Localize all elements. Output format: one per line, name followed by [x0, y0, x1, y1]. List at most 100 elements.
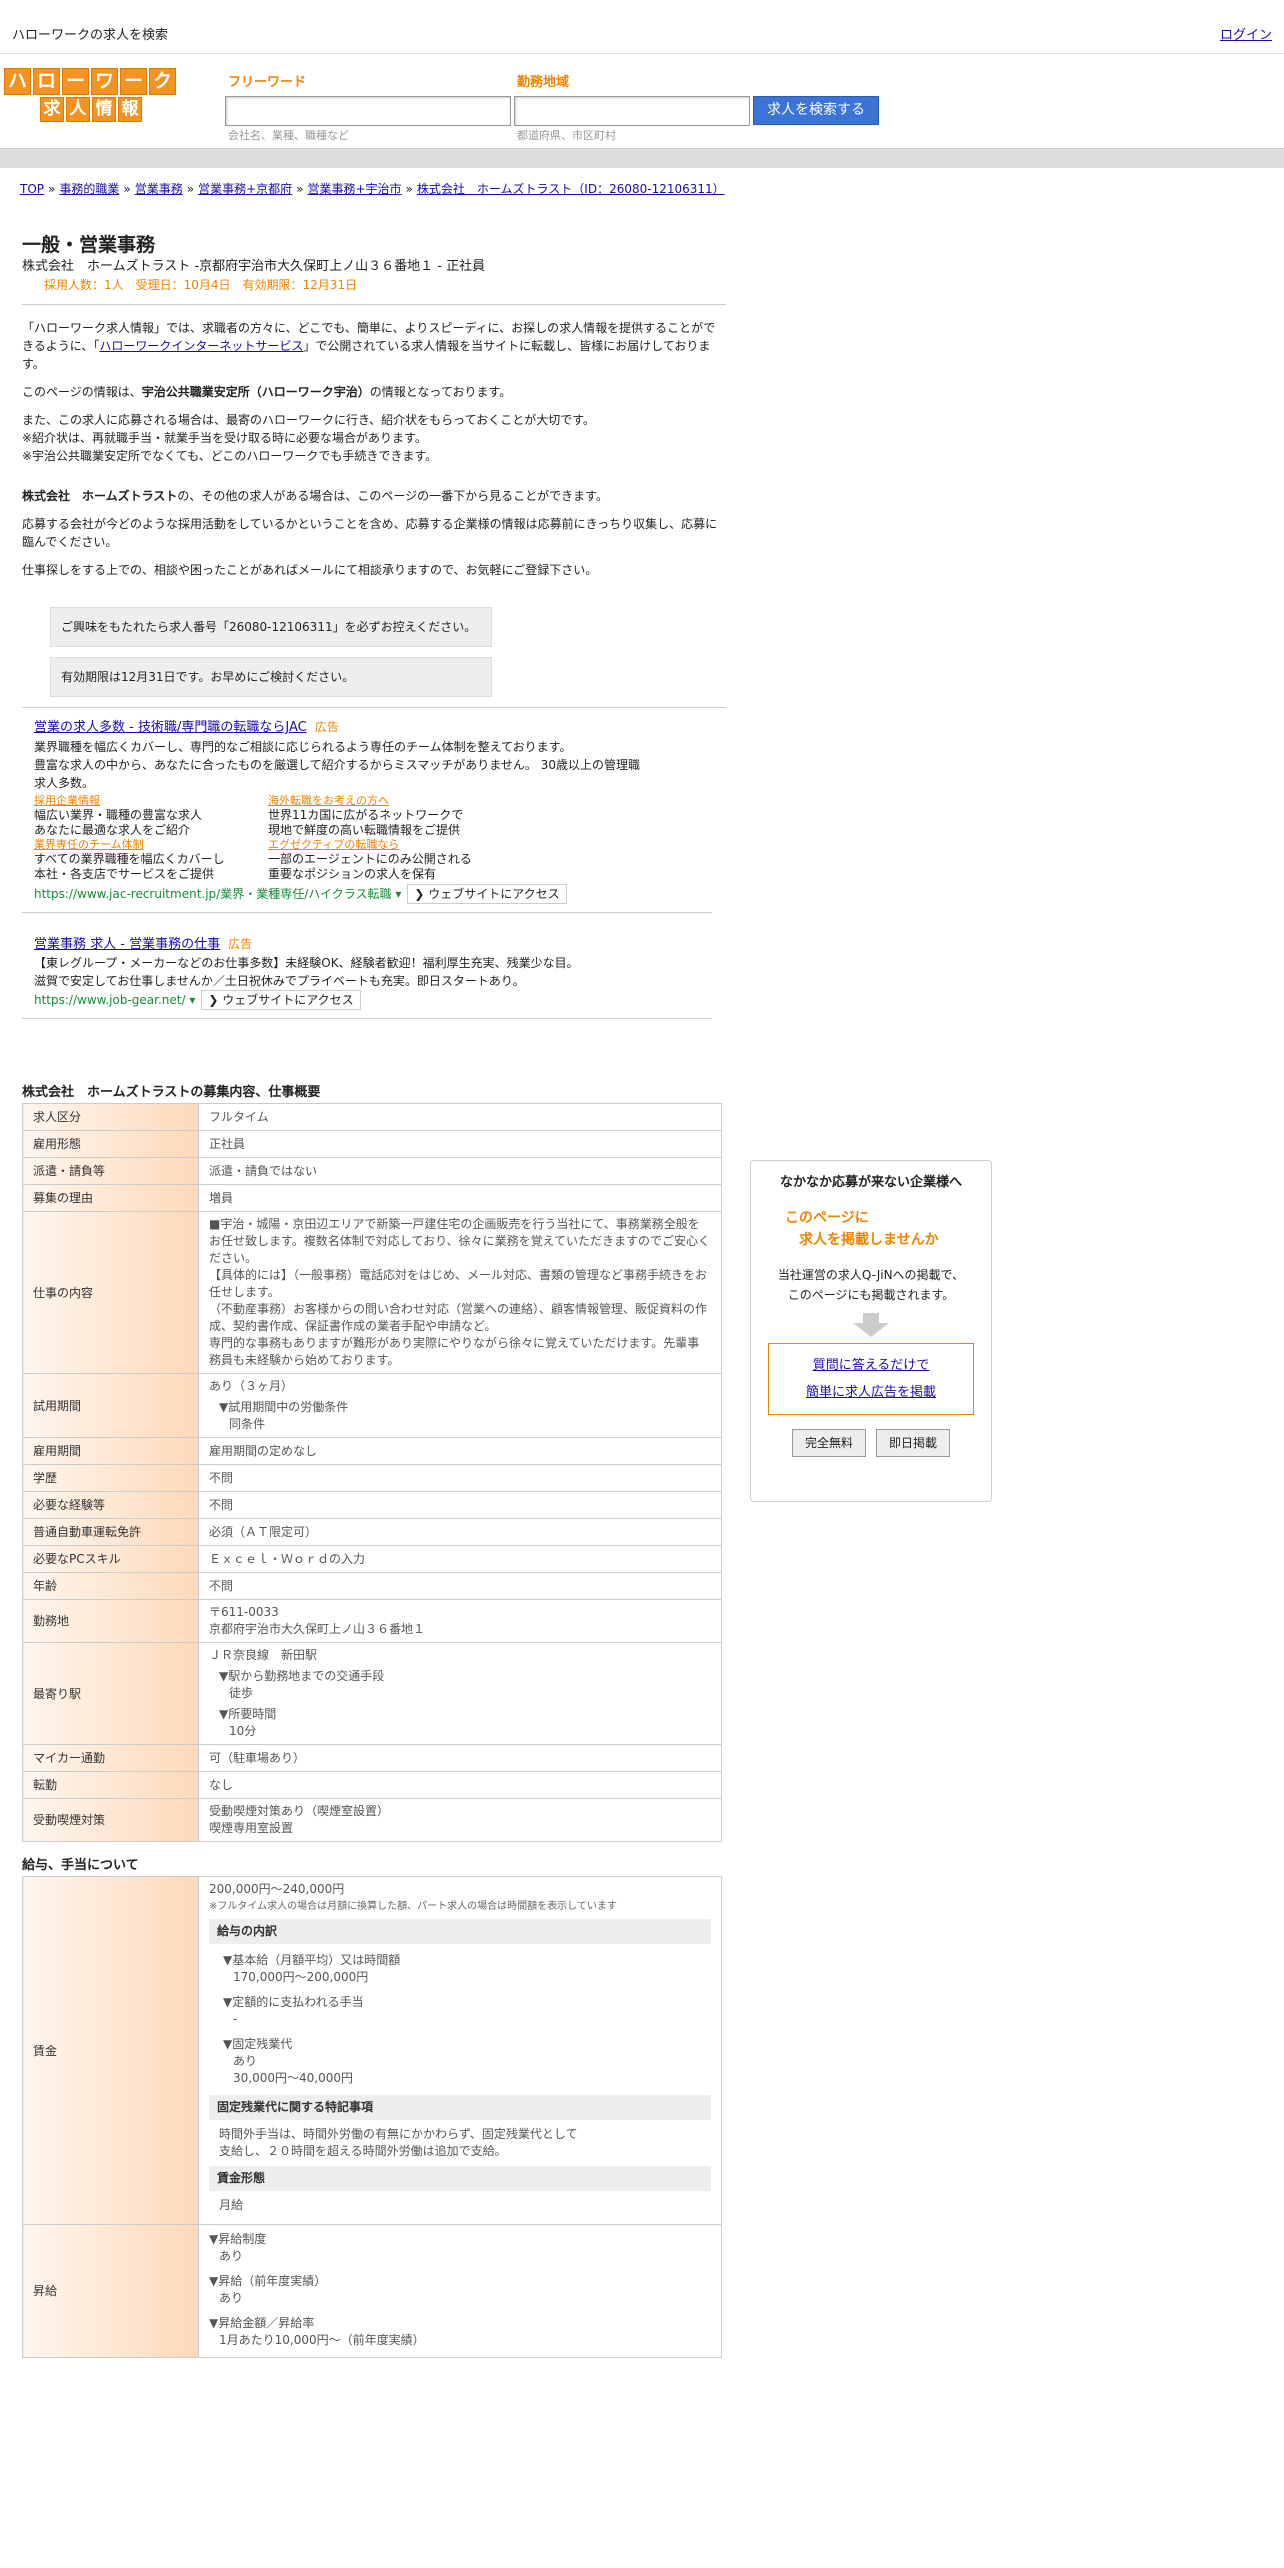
raise-value: 1月あたり10,000円〜（前年度実績）: [219, 2333, 425, 2347]
table-row: 学歴 不問: [22, 1464, 722, 1492]
ad-visit-button[interactable]: ❯ ウェブサイトにアクセス: [407, 883, 567, 904]
row-value-text: 派遣・請負ではない: [209, 1163, 318, 1178]
hellowork-internet-link[interactable]: ハローワークインターネットサービス: [99, 339, 303, 353]
breakdown-heading: ▼固定残業代: [223, 2037, 293, 2051]
row-label: 年齢: [22, 1572, 199, 1600]
row-value: 増員: [198, 1184, 722, 1212]
table-row: 求人区分 フルタイム: [22, 1103, 722, 1131]
row-label: マイカー通勤: [22, 1744, 199, 1772]
hellowork-logo[interactable]: ハローワーク 求人情報: [4, 68, 180, 126]
row-value: 不問: [198, 1491, 722, 1519]
table-row: 雇用期間 雇用期間の定めなし: [22, 1437, 722, 1465]
row-label: 賃金: [22, 1876, 199, 2225]
row-label: 試用期間: [22, 1373, 199, 1438]
ad-url[interactable]: https://www.jac-recruitment.jp/業界・業種専任/ハ…: [34, 887, 392, 901]
breadcrumb-link[interactable]: 営業事務+宇治市: [307, 182, 401, 196]
row-value: ■宇治・城陽・京田辺エリアで新築一戸建住宅の企画販売を行う当社にて、事務業務全般…: [198, 1211, 722, 1374]
sub-value: 10分: [229, 1724, 257, 1738]
breadcrumb-separator: »: [186, 182, 195, 196]
ad-description: 滋賀で安定してお仕事しませんか／土日祝休みでプライベートも充実。即日スタートあり…: [34, 974, 525, 988]
row-label: 学歴: [22, 1464, 199, 1492]
pay-note: ※フルタイム求人の場合は月額に換算した額、パート求人の場合は時間額を表示していま…: [209, 1901, 617, 1912]
summary-heading: 株式会社 ホームズトラストの募集内容、仕事概要: [22, 1085, 321, 1100]
breadcrumb-link[interactable]: 営業事務: [135, 182, 183, 196]
ad-sitelink-title[interactable]: 業界専任のチーム体制: [34, 838, 268, 852]
ad-sitelink-text: すべての業界職種を幅広くカバーし 本社・各支店でサービスをご提供: [34, 851, 225, 881]
raise-value: あり: [219, 2291, 244, 2305]
row-value: 雇用期間の定めなし: [198, 1437, 722, 1465]
logo-char: ー: [120, 68, 147, 95]
row-value: あり（３ヶ月） ▼試用期間中の労働条件 同条件: [198, 1373, 722, 1438]
row-label: 転勤: [22, 1771, 199, 1799]
row-value: 200,000円〜240,000円 ※フルタイム求人の場合は月額に換算した額、パ…: [198, 1876, 722, 2225]
row-value-text: 可（駐車場あり）: [209, 1750, 306, 1765]
row-value-text: あり（３ヶ月）: [209, 1379, 294, 1393]
ad-visit-button[interactable]: ❯ ウェブサイトにアクセス: [201, 990, 361, 1010]
ad-sitelink[interactable]: 業界専任のチーム体制 すべての業界職種を幅広くカバーし 本社・各支店でサービスをご…: [34, 838, 268, 882]
ad-sitelink-title[interactable]: 海外転職をお考えの方へ: [268, 794, 528, 808]
ad-title[interactable]: 営業の求人多数 - 技術職/専門職の転職ならJAC: [34, 720, 307, 735]
logo-char: ク: [149, 68, 176, 95]
ad-description: 業界職種を幅広くカバーし、専門的なご相談に応じられるよう専任のチーム体制を整えて…: [34, 739, 572, 754]
ad-tag: 広告: [314, 720, 339, 734]
keyword-input[interactable]: [225, 96, 511, 126]
login-link[interactable]: ログイン: [1220, 26, 1272, 46]
breadcrumb-link[interactable]: TOP: [20, 182, 44, 196]
intro-consult-note: 仕事探しをする上での、相談や困ったことがあればメールにて相談承りますので、お気軽…: [22, 563, 598, 577]
row-value-text: ■宇治・城陽・京田辺エリアで新築一戸建住宅の企画販売を行う当社にて、事務業務全般…: [209, 1217, 711, 1367]
sub-value: 同条件: [229, 1417, 266, 1431]
breadcrumb-link[interactable]: 株式会社 ホームズトラスト（ID：26080-12106311）: [417, 182, 725, 196]
pay-form-value: 月給: [219, 2198, 244, 2212]
top-bar: ハローワークの求人を検索 ログイン: [0, 0, 1284, 54]
ad-jac: 営業の求人多数 - 技術職/専門職の転職ならJAC 広告 業界職種を幅広くカバーし…: [22, 708, 712, 913]
breakdown-value: 170,000円〜200,000円: [233, 1970, 369, 1984]
breadcrumb-separator: »: [405, 182, 413, 196]
row-value: フルタイム: [198, 1103, 722, 1131]
advertise-description: 当社運営の求人Q-JiNへの掲載で、 このページにも掲載されます。: [777, 1267, 965, 1302]
job-title: 一般・営業事務: [22, 234, 156, 256]
row-value-text: Ｅｘｃｅｌ・Ｗｏｒｄの入力: [209, 1551, 366, 1566]
row-value-text: 不問: [209, 1497, 234, 1512]
row-label: 受動喫煙対策: [22, 1798, 199, 1842]
ad-sitelink-text: 幅広い業界・職種の豊富な求人 あなたに最適な求人をご紹介: [34, 807, 203, 837]
area-input[interactable]: [514, 96, 750, 126]
advertise-box: なかなか応募が来ない企業様へ このページに 求人を掲載しませんか 当社運営の求人…: [750, 1160, 992, 1502]
row-label: 普通自動車運転免許: [22, 1518, 199, 1546]
advertise-links: 質問に答えるだけで 簡単に求人広告を掲載: [768, 1342, 974, 1415]
row-value-text: ＪＲ奈良線 新田駅: [209, 1648, 318, 1662]
table-row: 年齢 不問: [22, 1572, 722, 1600]
table-row: 必要なPCスキル Ｅｘｃｅｌ・Ｗｏｒｄの入力: [22, 1545, 722, 1573]
ad-sitelink[interactable]: 海外転職をお考えの方へ 世界11カ国に広がるネットワークで 現地で鮮度の高い転職情…: [268, 794, 528, 838]
table-row: 試用期間 あり（３ヶ月） ▼試用期間中の労働条件 同条件: [22, 1373, 722, 1438]
logo-char: ハ: [4, 68, 31, 95]
advertise-link[interactable]: 質問に答えるだけで: [813, 1358, 930, 1373]
logo-char: ワ: [91, 68, 118, 95]
row-label: 募集の理由: [22, 1184, 199, 1212]
ad-sitelink-title[interactable]: エグゼクティブの転職なら: [268, 838, 528, 852]
breadcrumb-link[interactable]: 事務的職業: [59, 182, 119, 196]
row-value: 正社員: [198, 1130, 722, 1158]
breadcrumb-link[interactable]: 営業事務+京都府: [198, 182, 292, 196]
raise-item: ▼昇給金額／昇給率 1月あたり10,000円〜（前年度実績）: [209, 2315, 711, 2349]
row-value-text: なし: [209, 1777, 234, 1792]
row-label: 雇用形態: [22, 1130, 199, 1158]
ad-url[interactable]: https://www.job-gear.net/: [34, 993, 186, 1007]
arrow-down-icon: [853, 1322, 889, 1337]
area-hint: 都道府県、市区町村: [517, 129, 616, 142]
advertise-link[interactable]: 簡単に求人広告を掲載: [806, 1385, 936, 1400]
table-row: 勤務地 〒611-0033 京都府宇治市大久保町上ノ山３６番地１: [22, 1599, 722, 1643]
ad-sitelink[interactable]: エグゼクティブの転職なら 一部のエージェントにのみ公開される 重要なポジションの求…: [268, 838, 528, 882]
job-meta: 採用人数：1人 受理日：10月4日 有効期限：12月31日: [22, 276, 726, 305]
intro-research-note: 応募する会社が今どのような採用活動をしているかということを含め、応募する企業様の…: [22, 517, 718, 549]
logo-char: 人: [66, 97, 90, 122]
ad-sitelink-title[interactable]: 採用企業情報: [34, 794, 268, 808]
breadcrumb-separator: »: [48, 182, 56, 196]
raise-heading: ▼昇給（前年度実績）: [209, 2274, 327, 2288]
row-value: 不問: [198, 1464, 722, 1492]
intro-paragraph: 「ハローワーク求人情報」では、求職者の方々に、どこでも、簡単に、よりスピーディに…: [22, 321, 716, 371]
search-button[interactable]: 求人を検索する: [753, 96, 879, 125]
advertise-line2: 求人を掲載しませんか: [799, 1231, 939, 1248]
row-value-text: フルタイム: [209, 1109, 269, 1124]
ad-sitelink[interactable]: 採用企業情報 幅広い業界・職種の豊富な求人 あなたに最適な求人をご紹介: [34, 794, 268, 838]
ad-title[interactable]: 営業事務 求人 - 営業事務の仕事: [34, 937, 220, 952]
